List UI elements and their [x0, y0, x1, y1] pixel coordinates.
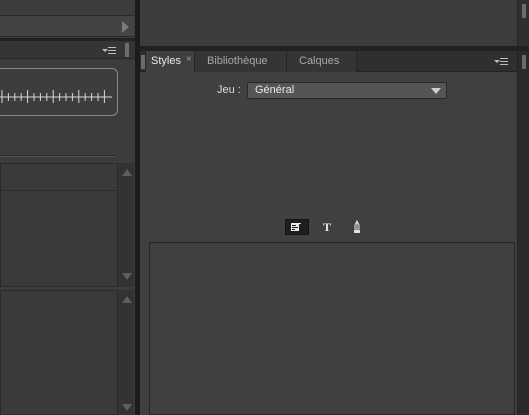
grip-icon[interactable]	[522, 4, 526, 18]
panel-menu-icon[interactable]	[102, 46, 116, 55]
panel-menu-icon[interactable]	[494, 57, 508, 66]
object-style-icon	[354, 219, 360, 233]
tab-bibliotheque[interactable]: Bibliothèque	[195, 51, 287, 72]
scroll-up-icon[interactable]	[122, 169, 132, 176]
tab-label: Calques	[299, 55, 340, 67]
left-panel-header	[0, 41, 136, 59]
scroll-down-icon[interactable]	[122, 273, 132, 280]
grip-icon[interactable]	[125, 43, 129, 57]
scroll-down-icon[interactable]	[122, 404, 132, 411]
chevron-down-icon[interactable]	[431, 88, 441, 94]
close-icon[interactable]: ×	[186, 54, 192, 65]
paragraph-style-button[interactable]	[285, 219, 309, 235]
object-style-button[interactable]	[346, 219, 368, 235]
tab-styles[interactable]: Styles ×	[145, 51, 195, 72]
set-label: Jeu :	[217, 84, 241, 96]
left-top-bar	[0, 15, 134, 37]
grip-icon[interactable]	[522, 55, 526, 69]
left-list-upper[interactable]	[0, 163, 118, 287]
right-panel-grip[interactable]	[494, 51, 529, 415]
expand-arrow-icon[interactable]	[122, 21, 129, 33]
left-list-lower[interactable]	[0, 290, 118, 415]
styles-list[interactable]	[149, 242, 515, 415]
tab-calques[interactable]: Calques	[287, 51, 357, 72]
character-style-button[interactable]: T	[317, 219, 339, 235]
character-style-icon: T	[323, 220, 332, 234]
right-top-grip[interactable]	[517, 0, 529, 46]
divider	[0, 155, 116, 157]
scrollbar-upper[interactable]	[117, 163, 134, 287]
scrollbar-lower[interactable]	[117, 290, 134, 415]
tab-label: Styles	[151, 55, 181, 67]
tab-label: Bibliothèque	[207, 55, 268, 67]
list-header-separator	[0, 190, 118, 191]
ruler	[0, 90, 112, 103]
scroll-up-icon[interactable]	[122, 296, 132, 303]
paragraph-style-icon	[291, 223, 303, 231]
set-dropdown-value: Général	[255, 84, 295, 96]
right-top-panel	[140, 0, 529, 46]
set-dropdown[interactable]: Général	[247, 82, 447, 99]
